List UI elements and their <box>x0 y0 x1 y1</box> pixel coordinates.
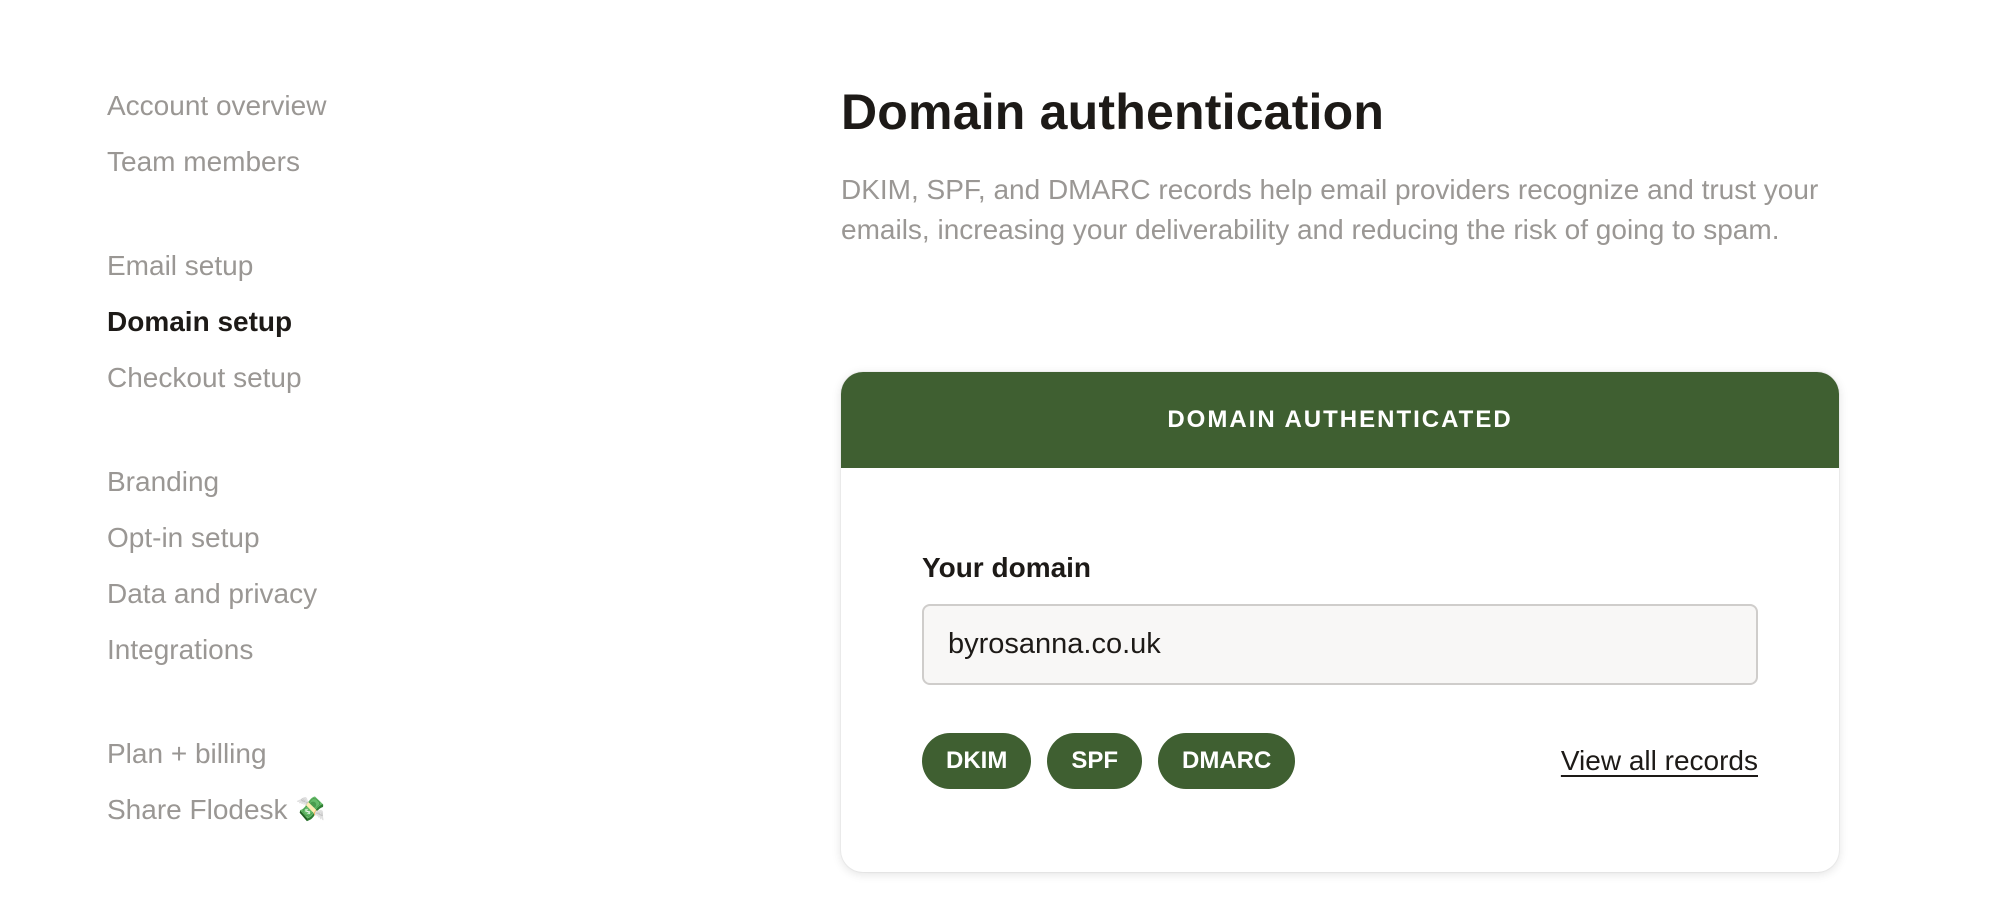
money-with-wings-icon: 💸 <box>295 796 326 823</box>
sidebar-item-branding[interactable]: Branding <box>107 454 607 510</box>
sidebar-item-account-overview[interactable]: Account overview <box>107 78 607 134</box>
status-banner: DOMAIN AUTHENTICATED <box>841 372 1839 468</box>
record-badge-dkim[interactable]: DKIM <box>922 733 1032 789</box>
page-description: DKIM, SPF, and DMARC records help email … <box>841 174 1819 245</box>
sidebar-item-team-members[interactable]: Team members <box>107 134 607 190</box>
sidebar-item-opt-in-setup[interactable]: Opt-in setup <box>107 510 607 566</box>
sidebar-item-domain-setup[interactable]: Domain setup <box>107 294 607 350</box>
nav-group-billing: Plan + billing Share Flodesk 💸 <box>107 726 607 838</box>
sidebar-item-checkout-setup[interactable]: Checkout setup <box>107 350 607 406</box>
view-all-records-link[interactable]: View all records <box>1561 745 1758 777</box>
nav-group-brand: Branding Opt-in setup Data and privacy I… <box>107 454 607 678</box>
status-text: DOMAIN AUTHENTICATED <box>1167 406 1513 433</box>
settings-sidebar: Account overview Team members Email setu… <box>107 78 607 886</box>
sidebar-item-email-setup[interactable]: Email setup <box>107 238 607 294</box>
domain-auth-card: DOMAIN AUTHENTICATED Your domain DKIM SP… <box>841 372 1839 872</box>
domain-field-label: Your domain <box>922 552 1092 583</box>
record-badge-spf[interactable]: SPF <box>1047 733 1143 789</box>
sidebar-item-integrations[interactable]: Integrations <box>107 622 607 678</box>
card-body: Your domain DKIM SPF DMARC View all reco… <box>841 468 1839 789</box>
nav-group-account: Account overview Team members <box>107 78 607 190</box>
sidebar-item-share-flodesk[interactable]: Share Flodesk 💸 <box>107 782 607 838</box>
record-badge-dmarc[interactable]: DMARC <box>1158 733 1296 789</box>
sidebar-item-plan-billing[interactable]: Plan + billing <box>107 726 607 782</box>
main-content: Domain authentication DKIM, SPF, and DMA… <box>841 82 1841 872</box>
records-row: DKIM SPF DMARC View all records <box>922 733 1758 789</box>
page-title: Domain authentication <box>841 84 1385 140</box>
sidebar-item-label: Share Flodesk <box>107 794 288 825</box>
nav-group-setup: Email setup Domain setup Checkout setup <box>107 238 607 406</box>
sidebar-item-data-and-privacy[interactable]: Data and privacy <box>107 566 607 622</box>
domain-input[interactable] <box>922 604 1758 685</box>
